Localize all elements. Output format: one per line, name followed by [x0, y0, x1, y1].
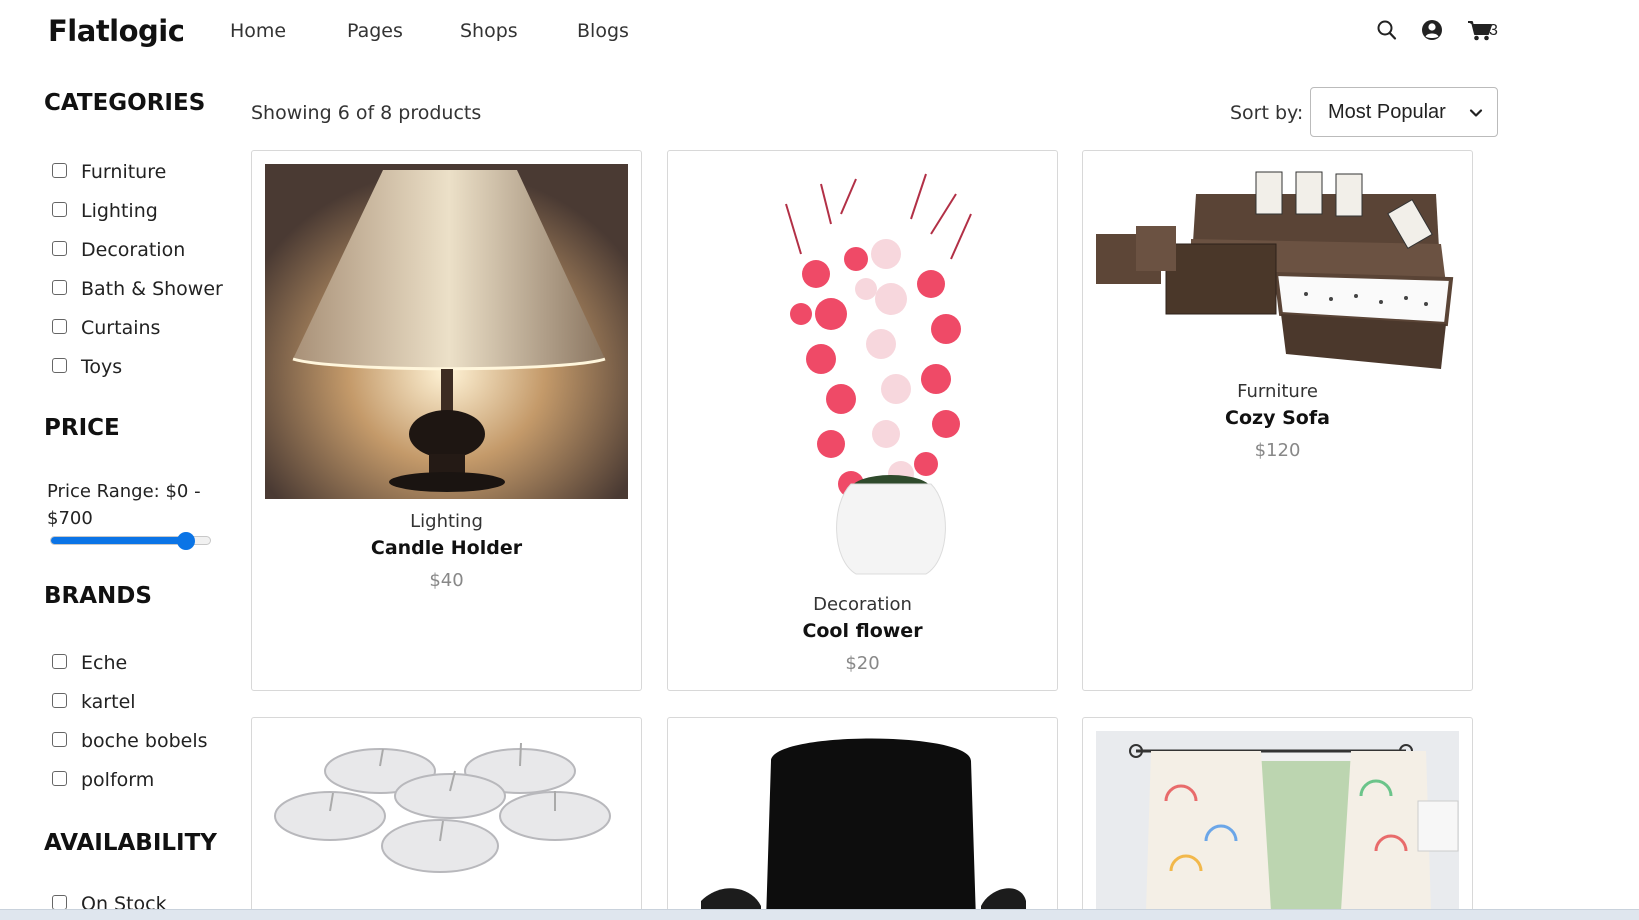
categories-heading: CATEGORIES: [44, 90, 206, 116]
nav-shops[interactable]: Shops: [460, 20, 518, 42]
product-price: $20: [845, 653, 880, 674]
category-filter-curtains[interactable]: Curtains: [52, 316, 160, 340]
product-price: $120: [1254, 440, 1301, 461]
checkbox[interactable]: [52, 279, 67, 295]
category-filter-furniture[interactable]: Furniture: [52, 160, 166, 184]
category-filter-decoration[interactable]: Decoration: [52, 238, 185, 262]
checkbox[interactable]: [52, 240, 67, 256]
checkbox[interactable]: [52, 357, 67, 373]
category-filter-lighting[interactable]: Lighting: [52, 199, 158, 223]
checkbox[interactable]: [52, 318, 67, 334]
product-price: $40: [429, 570, 464, 591]
checkbox-label: polform: [81, 769, 155, 791]
cart-count-badge: 3: [1489, 22, 1498, 39]
slider-handle[interactable]: [177, 532, 196, 550]
nav-pages[interactable]: Pages: [347, 20, 403, 42]
curtains-product-image[interactable]: [1096, 731, 1459, 911]
checkbox[interactable]: [52, 770, 67, 786]
product-name[interactable]: Cozy Sofa: [1083, 407, 1472, 429]
category-filter-toys[interactable]: Toys: [52, 355, 122, 379]
product-card[interactable]: Furniture Cozy Sofa $120: [1082, 150, 1473, 691]
checkbox-label: Furniture: [81, 161, 167, 183]
product-card[interactable]: [1082, 717, 1473, 920]
product-card[interactable]: Decoration Cool flower $20: [667, 150, 1058, 691]
chevron-down-icon: [1469, 109, 1483, 117]
user-circle-icon[interactable]: [1421, 18, 1443, 42]
checkbox-label: Eche: [81, 652, 128, 674]
category-filter-bath-shower[interactable]: Bath & Shower: [52, 277, 223, 301]
office-chair-product-image[interactable]: [681, 731, 1044, 911]
checkbox-label: Lighting: [81, 200, 158, 222]
product-card[interactable]: [251, 717, 642, 920]
checkbox-label: Decoration: [81, 239, 186, 261]
sort-label: Sort by:: [1230, 102, 1304, 124]
checkbox-label: boche bobels: [81, 730, 208, 752]
sort-selected-value: Most Popular: [1328, 100, 1446, 123]
checkbox[interactable]: [52, 894, 67, 910]
results-count: Showing 6 of 8 products: [251, 102, 482, 124]
checkbox[interactable]: [52, 201, 67, 217]
nav-home[interactable]: Home: [230, 20, 286, 42]
tealight-candles-product-image[interactable]: [265, 731, 628, 911]
top-navbar: Flatlogic Home Pages Shops Blogs 3: [0, 0, 1639, 66]
availability-heading: AVAILABILITY: [44, 830, 217, 856]
checkbox-label: Curtains: [81, 317, 161, 339]
checkbox-label: kartel: [81, 691, 136, 713]
price-heading: PRICE: [44, 415, 120, 441]
brand-filter-polform[interactable]: polform: [52, 768, 154, 792]
sofa-product-image[interactable]: [1096, 164, 1459, 394]
slider-fill: [51, 537, 187, 544]
checkbox-label: Bath & Shower: [81, 278, 223, 300]
lamp-product-image[interactable]: [265, 164, 628, 499]
product-category: Lighting: [410, 511, 483, 532]
checkbox[interactable]: [52, 731, 67, 747]
brand-logo[interactable]: Flatlogic: [48, 14, 185, 48]
brand-filter-kartel[interactable]: kartel: [52, 690, 136, 714]
checkbox[interactable]: [52, 692, 67, 708]
product-category: Decoration: [813, 594, 912, 615]
brands-heading: BRANDS: [44, 583, 152, 609]
search-icon[interactable]: [1376, 18, 1398, 42]
flower-vase-product-image[interactable]: [681, 164, 1044, 579]
checkbox[interactable]: [52, 653, 67, 669]
price-range-text: Price Range: $0 - $700: [47, 481, 201, 529]
sort-select[interactable]: Most Popular: [1310, 87, 1498, 137]
nav-blogs[interactable]: Blogs: [577, 20, 629, 42]
product-card[interactable]: [667, 717, 1058, 920]
price-range-slider[interactable]: [50, 532, 211, 550]
product-name[interactable]: Cool flower: [668, 620, 1057, 642]
product-category: Furniture: [1237, 381, 1318, 402]
checkbox[interactable]: [52, 162, 67, 178]
checkbox-label: Toys: [81, 356, 123, 378]
window-bottom-scrollbar[interactable]: [0, 909, 1639, 920]
product-name[interactable]: Candle Holder: [252, 537, 641, 559]
brand-filter-boche-bobels[interactable]: boche bobels: [52, 729, 208, 753]
brand-filter-eche[interactable]: Eche: [52, 651, 127, 675]
product-card[interactable]: Lighting Candle Holder $40: [251, 150, 642, 691]
